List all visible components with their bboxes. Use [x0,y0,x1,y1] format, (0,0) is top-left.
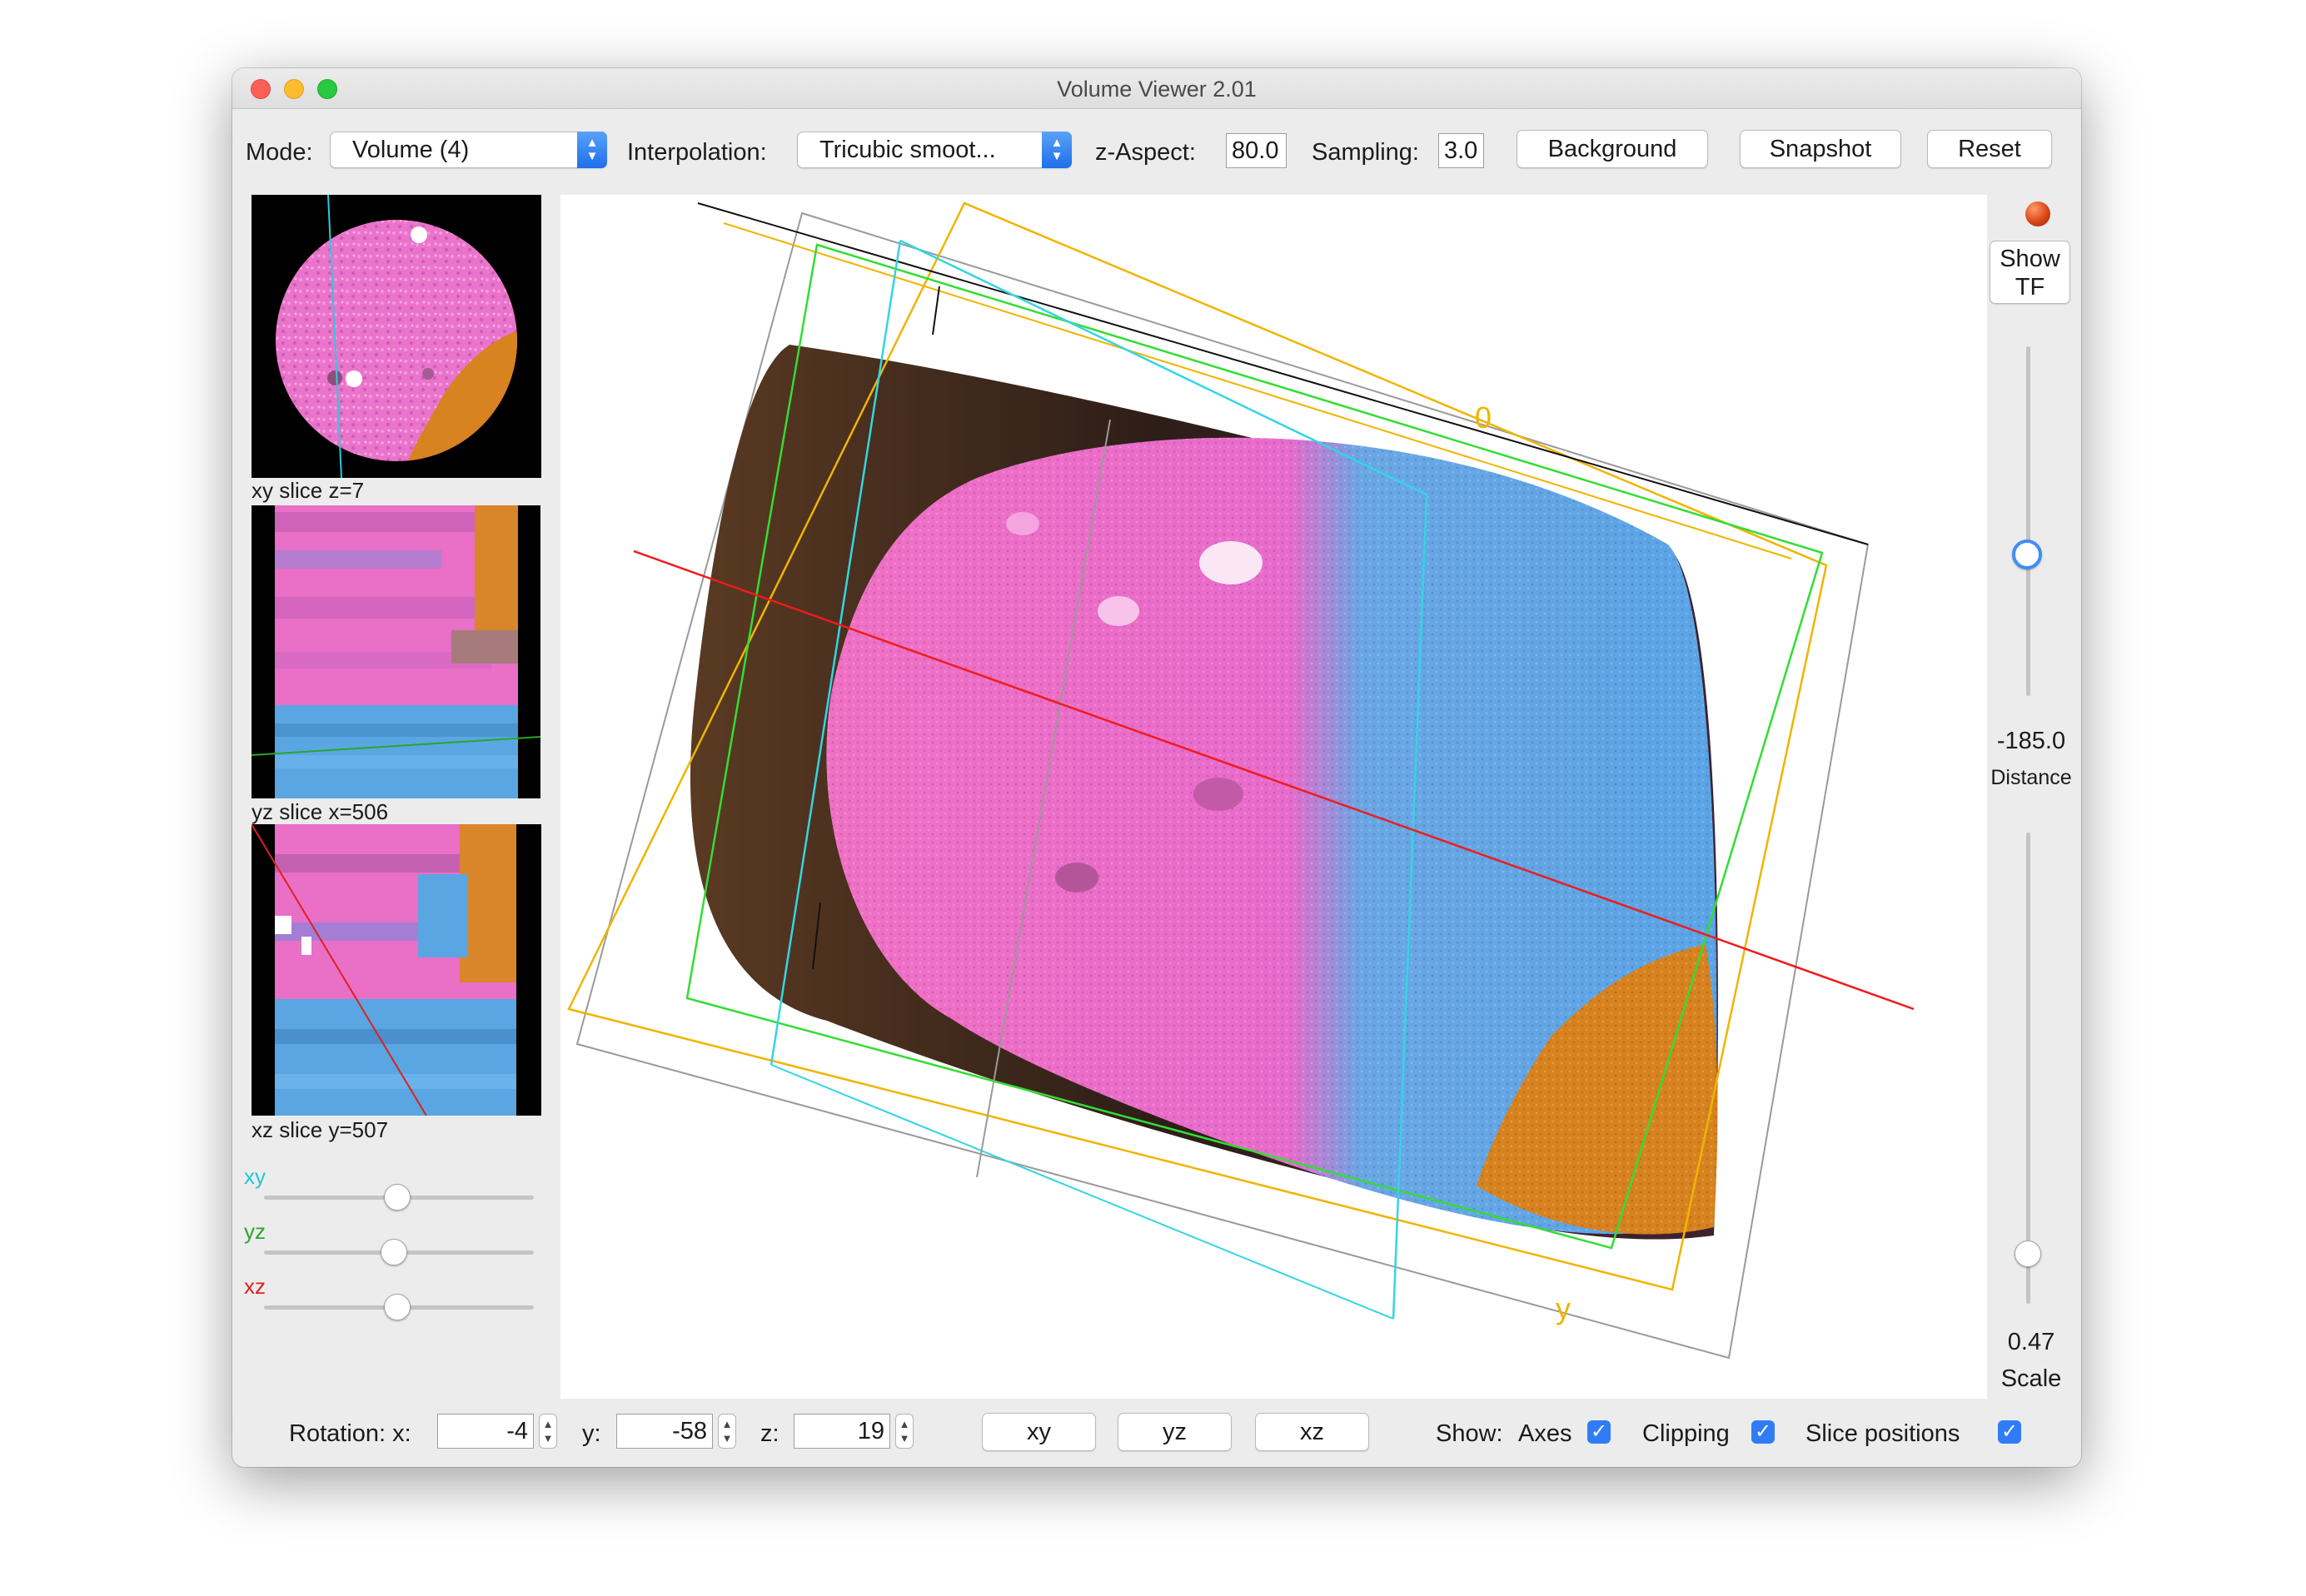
sampling-label: Sampling: [1312,139,1419,166]
scale-slider-track[interactable] [2026,833,2030,1304]
title-bar: Volume Viewer 2.01 [232,68,2081,109]
mode-select-value: Volume (4) [352,137,470,163]
yz-slice-thumbnail[interactable] [252,505,540,798]
show-tf-line2: TF [2015,274,2045,301]
window-title: Volume Viewer 2.01 [1057,77,1257,102]
scale-value: 0.47 [2007,1329,2055,1355]
xz-slice-caption: xz slice y=507 [252,1117,389,1142]
interpolation-label: Interpolation: [627,139,767,166]
checkmark-icon: ✓ [1754,1420,1772,1443]
yz-slider-knob[interactable] [381,1239,407,1265]
volume-render-viewport[interactable]: 0 y [560,195,1987,1399]
axis-label-y: y [1556,1291,1571,1325]
rotation-z-stepper[interactable]: ▲ ▼ [895,1414,914,1449]
interpolation-select-value: Tricubic smoot... [819,137,996,163]
mode-label: Mode: [246,139,313,166]
show-tf-button[interactable]: Show TF [1990,241,2070,304]
rotation-z-input[interactable]: 19 [794,1414,890,1449]
volume-render-image: 0 y [567,201,1915,1360]
yz-slice-image [252,505,540,798]
checkmark-icon: ✓ [2000,1420,2019,1443]
background-button[interactable]: Background [1517,130,1708,168]
xz-slice-thumbnail[interactable] [252,824,541,1116]
transfer-function-indicator-icon [2025,201,2050,226]
distance-value: -185.0 [1996,728,2066,754]
axes-checkbox[interactable]: ✓ [1587,1420,1611,1444]
view-yz-button[interactable]: yz [1118,1413,1232,1451]
yz-slice-caption: yz slice x=506 [252,799,389,824]
distance-slider-knob[interactable] [2012,539,2042,569]
xy-slice-thumbnail[interactable] [252,195,541,478]
clipping-label: Clipping [1642,1420,1730,1447]
chevron-up-down-icon: ▲ ▼ [1042,132,1072,168]
xy-slider-label: xy [244,1164,266,1189]
mode-select[interactable]: Volume (4) ▲ ▼ [330,132,607,168]
rotation-y-stepper[interactable]: ▲ ▼ [718,1414,736,1449]
xz-slice-image [252,824,541,1116]
rotation-x-input[interactable]: -4 [437,1414,534,1449]
view-xz-button[interactable]: xz [1255,1413,1369,1451]
yz-slider-label: yz [244,1219,266,1244]
chevron-up-down-icon: ▲ ▼ [577,132,607,168]
distance-slider-track[interactable] [2026,346,2030,696]
snapshot-button[interactable]: Snapshot [1740,130,1901,168]
main-window: Volume Viewer 2.01 Mode: Volume (4) ▲ ▼ I… [232,68,2081,1467]
view-xy-button[interactable]: xy [982,1413,1096,1451]
sampling-input[interactable]: 3.0 [1438,133,1484,168]
reset-button[interactable]: Reset [1927,130,2052,168]
scale-label: Scale [2000,1365,2062,1392]
xy-slider-knob[interactable] [384,1184,411,1211]
slice-positions-checkbox[interactable]: ✓ [1998,1420,2021,1444]
xz-slider-knob[interactable] [384,1294,411,1320]
xz-slider-label: xz [244,1274,266,1299]
scale-slider-knob[interactable] [2015,1241,2041,1267]
interpolation-select[interactable]: Tricubic smoot... ▲ ▼ [797,132,1072,168]
axis-label-0: 0 [1475,400,1492,435]
rotation-x-label: Rotation: x: [289,1420,411,1447]
axes-label: Axes [1518,1420,1572,1447]
checkmark-icon: ✓ [1590,1420,1608,1443]
distance-label: Distance [1990,766,2072,789]
slice-positions-label: Slice positions [1805,1420,1960,1447]
z-aspect-label: z-Aspect: [1095,139,1196,166]
show-label: Show: [1436,1420,1503,1447]
rotation-z-label: z: [760,1420,779,1447]
xy-slice-caption: xy slice z=7 [252,478,365,503]
rotation-y-input[interactable]: -58 [616,1414,713,1449]
rotation-y-label: y: [582,1420,601,1447]
show-tf-line1: Show [2000,246,2060,272]
rotation-x-stepper[interactable]: ▲ ▼ [539,1414,557,1449]
z-aspect-input[interactable]: 80.0 [1226,133,1287,168]
clipping-checkbox[interactable]: ✓ [1751,1420,1775,1444]
xy-slice-image [252,195,541,478]
